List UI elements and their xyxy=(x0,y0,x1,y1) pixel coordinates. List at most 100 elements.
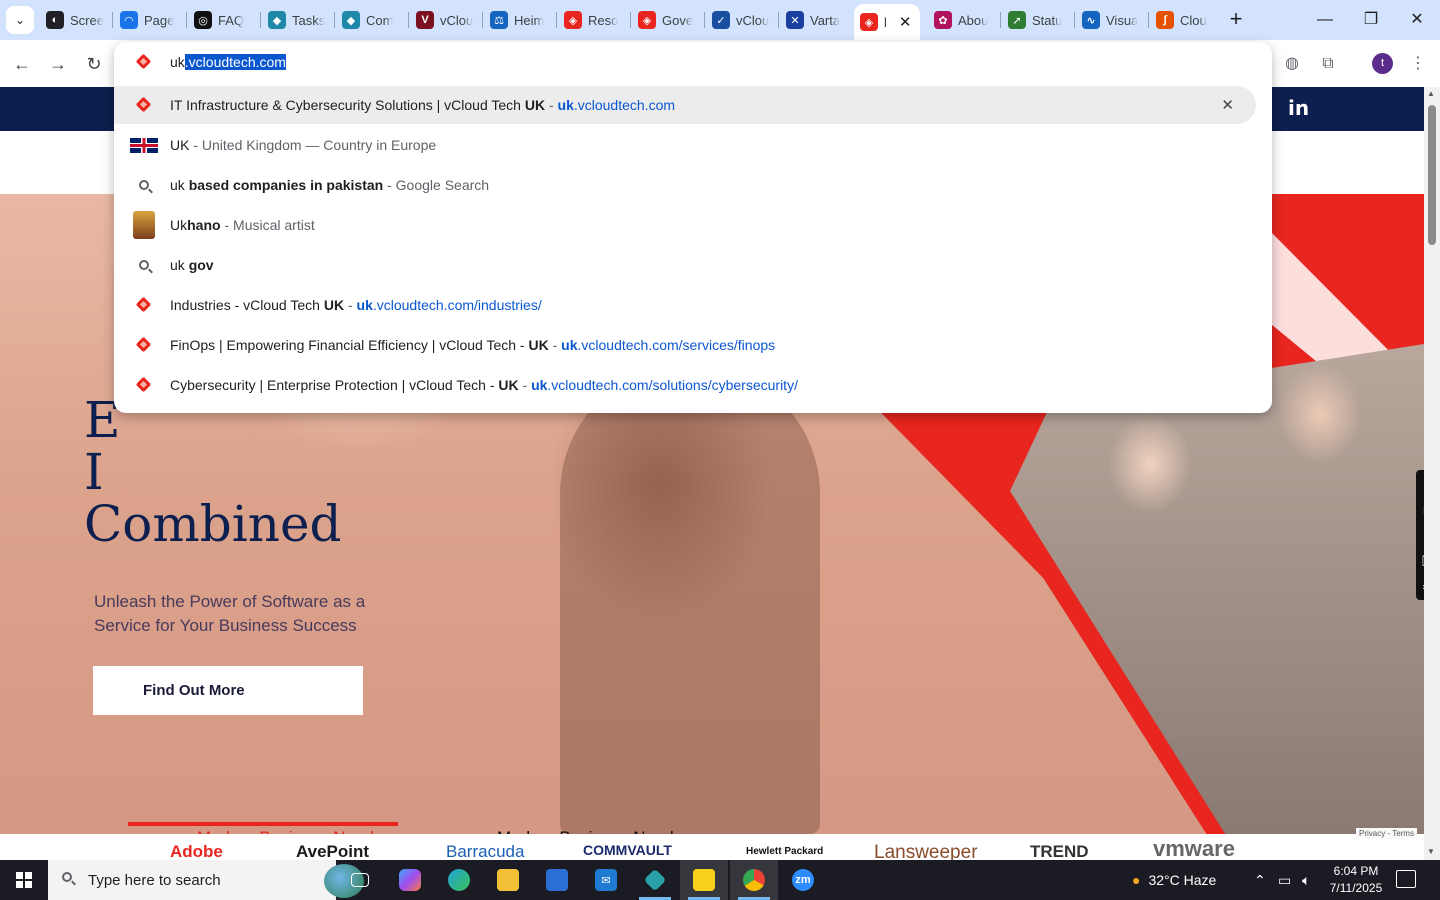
scroll-down-icon[interactable]: ▼ xyxy=(1427,847,1435,856)
omnibox-suggestion[interactable]: uk gov xyxy=(114,246,1256,284)
address-bar[interactable]: uk.vcloudtech.com xyxy=(114,42,1272,84)
tab-separator xyxy=(260,12,261,28)
tab-label: Screen xyxy=(70,12,104,28)
tab-0[interactable]: ◐ Screen xyxy=(40,6,110,34)
store-icon xyxy=(546,869,568,891)
tab-label: Page xyxy=(144,12,175,28)
task-view-button[interactable] xyxy=(336,860,384,900)
copilot-app[interactable] xyxy=(386,860,434,900)
zoom-app[interactable]: zm xyxy=(779,860,827,900)
tab-15[interactable]: ∫ Clou xyxy=(1150,6,1220,34)
site-favicon-icon xyxy=(136,54,152,70)
omnibox-dropdown: uk.vcloudtech.com IT Infrastructure & Cy… xyxy=(114,42,1272,413)
logo-commvault: COMMVAULT xyxy=(583,842,672,858)
omnibox-suggestion[interactable]: Cybersecurity | Enterprise Protection | … xyxy=(114,366,1256,404)
tab-label: Abou xyxy=(958,12,989,28)
notification-icon[interactable] xyxy=(1396,870,1416,888)
tab-favicon-icon: ∫ xyxy=(1156,11,1174,29)
menu-icon[interactable]: ⋮ xyxy=(1405,51,1431,77)
translate-icon[interactable]: ◍ xyxy=(1279,51,1305,77)
site-favicon-icon xyxy=(130,95,158,115)
file-explorer-app[interactable] xyxy=(484,860,532,900)
network-icon[interactable]: ▭ xyxy=(1278,860,1291,900)
address-input[interactable]: uk.vcloudtech.com xyxy=(170,54,286,70)
tab-8[interactable]: ◈ Gove xyxy=(632,6,702,34)
omnibox-suggestion[interactable]: uk based companies in pakistan - Google … xyxy=(114,166,1256,204)
suggestion-title-match: hano xyxy=(187,217,221,233)
volume-icon[interactable]: 🔈︎ xyxy=(1302,860,1310,900)
omnibox-suggestion[interactable]: FinOps | Empowering Financial Efficiency… xyxy=(114,326,1256,364)
suggestion-title-match: UK xyxy=(524,97,546,113)
tab-6[interactable]: ⚖ Heim xyxy=(484,6,554,34)
tab-14[interactable]: ∿ Visua xyxy=(1076,6,1146,34)
tab-label: FAQ xyxy=(218,12,245,28)
weather-widget[interactable]: ● 32°C Haze xyxy=(1132,860,1216,900)
omnibox-suggestion[interactable]: UK - United Kingdom — Country in Europe xyxy=(114,126,1256,164)
tab-strip: ⌄ ◐ Screen ◠ Page ◎ FAQ ◆ Tasks ◆ Com VvClou ⚖ Heim ◈… xyxy=(0,0,1440,40)
close-window-button[interactable]: ✕ xyxy=(1394,6,1440,34)
sticky-notes-app[interactable] xyxy=(680,860,728,900)
suggestion-separator: - xyxy=(548,337,562,353)
tab-1[interactable]: ◠ Page xyxy=(114,6,184,34)
tab-11[interactable]: ◈ l ✕ xyxy=(854,4,920,40)
omnibox-suggestion[interactable]: IT Infrastructure & Cybersecurity Soluti… xyxy=(114,86,1256,124)
suggestion-title: FinOps | Empowering Financial Efficiency… xyxy=(170,337,529,353)
suggestion-title: IT Infrastructure & Cybersecurity Soluti… xyxy=(170,97,525,113)
back-button[interactable]: ← xyxy=(8,50,36,78)
chrome-app[interactable] xyxy=(730,860,778,900)
scroll-up-icon[interactable]: ▲ xyxy=(1427,89,1435,98)
tab-search-button[interactable]: ⌄ xyxy=(6,6,34,34)
tab-9[interactable]: ✓ vClou xyxy=(706,6,776,34)
profile-avatar[interactable]: t xyxy=(1372,53,1393,74)
new-tab-button[interactable]: + xyxy=(1224,8,1248,32)
logo-lansweeper: Lansweeper xyxy=(874,842,978,860)
tab-5[interactable]: VvClou xyxy=(410,6,480,34)
tab-label: vClou xyxy=(440,12,474,28)
logo-avepoint: AvePoint xyxy=(296,842,370,860)
suggestion-title: Cybersecurity | Enterprise Protection | … xyxy=(170,377,499,393)
forward-button[interactable]: → xyxy=(44,50,72,78)
autocomplete-selection: .vcloudtech.com xyxy=(184,54,286,70)
reload-button[interactable]: ↻ xyxy=(80,50,108,78)
restore-button[interactable]: ❐ xyxy=(1348,6,1394,34)
tab-2[interactable]: ◎ FAQ xyxy=(188,6,254,34)
suggestion-url-rest: .vcloudtech.com/industries/ xyxy=(372,297,542,313)
tab-7[interactable]: ◈ Reso xyxy=(558,6,628,34)
tab-13[interactable]: ➚ Statu xyxy=(1002,6,1072,34)
omnibox-suggestion[interactable]: Industries - vCloud Tech UK - uk.vcloudt… xyxy=(114,286,1256,324)
tab-3[interactable]: ◆ Tasks xyxy=(262,6,332,34)
tray-chevron-icon[interactable]: ⌃ xyxy=(1254,860,1266,900)
tab-4[interactable]: ◆ Com xyxy=(336,6,406,34)
start-button[interactable] xyxy=(0,860,48,900)
taskbar-clock[interactable]: 6:04 PM 7/11/2025 xyxy=(1326,863,1386,897)
app-kite[interactable] xyxy=(631,860,679,900)
tab-10[interactable]: ✕ Varta xyxy=(780,6,850,34)
mail-app[interactable]: ✉ xyxy=(582,860,630,900)
weather-text: 32°C Haze xyxy=(1148,872,1217,888)
weather-icon: ● xyxy=(1132,872,1141,888)
tab-label: Com xyxy=(366,12,394,28)
suggestion-title: uk xyxy=(170,177,189,193)
edge-icon xyxy=(448,869,470,891)
tab-separator xyxy=(556,12,557,28)
folder-icon xyxy=(497,869,519,891)
taskbar-search[interactable]: Type here to search xyxy=(48,860,364,900)
extensions-icon[interactable]: ⧉ xyxy=(1315,51,1341,77)
page-scrollbar[interactable]: ▲ ▼ xyxy=(1424,87,1440,860)
linkedin-icon[interactable]: in xyxy=(1288,96,1309,120)
recaptcha-badge[interactable]: Privacy - Terms xyxy=(1356,828,1417,839)
suggestion-title-match: UK xyxy=(498,377,519,393)
scrollbar-thumb[interactable] xyxy=(1428,105,1436,245)
task-view-icon xyxy=(351,873,369,887)
store-app[interactable] xyxy=(533,860,581,900)
suggestion-separator: - xyxy=(383,177,396,193)
find-out-more-button[interactable]: Find Out More xyxy=(93,666,363,715)
close-tab-icon[interactable]: ✕ xyxy=(899,13,912,31)
remove-suggestion-icon[interactable]: ✕ xyxy=(1221,96,1234,114)
edge-app[interactable] xyxy=(435,860,483,900)
tab-12[interactable]: ✿ Abou xyxy=(928,6,998,34)
minimize-button[interactable]: — xyxy=(1302,6,1348,34)
suggestion-separator: - xyxy=(344,297,357,313)
omnibox-suggestion[interactable]: Ukhano - Musical artist xyxy=(114,206,1256,244)
site-favicon-icon xyxy=(130,375,158,395)
